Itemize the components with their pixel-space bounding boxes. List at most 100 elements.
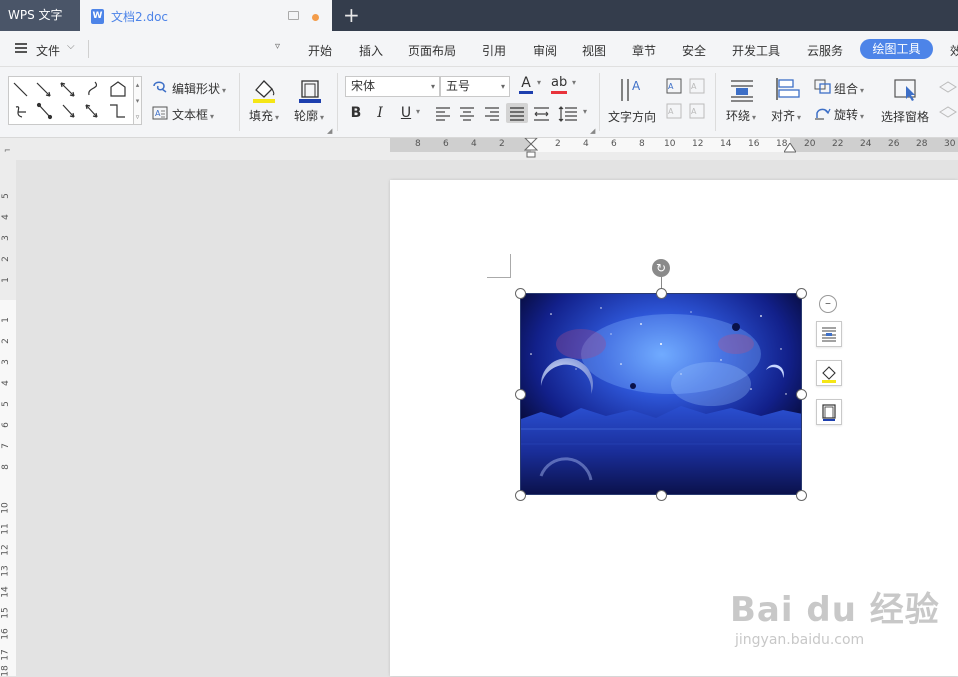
font-name-select[interactable]: 宋体 ▾ — [345, 76, 440, 97]
align-left-icon — [436, 107, 450, 121]
menu-item-developer-tools[interactable]: 开发工具 — [732, 42, 780, 59]
ruler-number: 6 — [0, 422, 11, 428]
text-box-icon: A — [152, 106, 168, 120]
ruler-number: 2 — [555, 139, 561, 149]
align-button[interactable]: 对齐 ▾ — [771, 107, 801, 124]
resize-handle-bottom[interactable] — [656, 490, 667, 501]
menu-item-section[interactable]: 章节 — [632, 42, 656, 59]
ruler-number: 12 — [0, 544, 11, 556]
file-menu[interactable]: 文件 — [36, 42, 60, 59]
create-link-icon: A — [666, 78, 682, 94]
text-direction-button[interactable]: 文字方向 — [608, 108, 656, 125]
fill-button[interactable]: 填充 ▾ — [249, 107, 279, 124]
ruler-number: 4 — [0, 380, 11, 386]
dialog-launcher-icon[interactable]: ◢ — [327, 127, 332, 135]
customize-toolbar-icon[interactable]: ▿ — [275, 41, 280, 52]
italic-button[interactable]: I — [370, 103, 390, 123]
unsaved-dot-icon — [312, 14, 319, 21]
resize-handle-right[interactable] — [796, 389, 807, 400]
menu-item-insert[interactable]: 插入 — [359, 42, 383, 59]
group-button[interactable]: 组合 ▾ — [834, 80, 864, 97]
document-tab[interactable]: W 文档2.doc — [80, 0, 332, 31]
ruler-number: 30 — [944, 139, 956, 149]
resize-handle-top-right[interactable] — [796, 288, 807, 299]
ruler-number: 13 — [0, 565, 11, 577]
resize-handle-left[interactable] — [515, 389, 526, 400]
edit-shape-button[interactable]: 编辑形状 ▾ — [172, 80, 226, 97]
edit-shape-icon — [153, 81, 167, 93]
app-tab-wps[interactable]: WPS 文字 — [0, 0, 80, 31]
outline-button[interactable]: 轮廓 ▾ — [294, 107, 324, 124]
menu-item-page-layout[interactable]: 页面布局 — [408, 42, 456, 59]
hamburger-menu-icon[interactable] — [15, 43, 27, 53]
text-box-link-group: A A A A — [666, 78, 705, 119]
ruler-number: 2 — [499, 139, 505, 149]
right-indent-marker-icon[interactable] — [784, 143, 796, 153]
wrap-text-icon — [822, 327, 836, 342]
menu-item-overflow[interactable]: 效 — [950, 42, 958, 59]
chevron-down-icon[interactable]: ▾ — [572, 78, 576, 87]
ruler-number: 22 — [832, 139, 844, 149]
quick-fill-button[interactable] — [816, 360, 842, 386]
text-direction-icon: A — [621, 79, 641, 101]
wrap-button[interactable]: 环绕 ▾ — [726, 107, 756, 124]
menu-item-references[interactable]: 引用 — [482, 42, 506, 59]
quick-outline-button[interactable] — [816, 399, 842, 425]
ribbon-toolbar: ▴ ▾ ▿ 编辑形状 ▾ A 文本框 ▾ 填充 ▾ 轮廓 ▾ ◢ 宋体 ▾ 五号 ▾ A ▾ a… — [0, 67, 958, 138]
bold-button[interactable]: B — [346, 103, 366, 123]
resize-handle-bottom-right[interactable] — [796, 490, 807, 501]
chevron-down-icon[interactable]: ▾ — [416, 107, 420, 116]
ribbon-divider — [337, 73, 338, 131]
menu-item-start[interactable]: 开始 — [308, 42, 332, 59]
ribbon-divider — [239, 73, 240, 131]
menu-item-view[interactable]: 视图 — [582, 42, 606, 59]
wrap-label: 环绕 — [726, 109, 751, 123]
window-mode-icon[interactable] — [288, 11, 299, 20]
resize-handle-bottom-left[interactable] — [515, 490, 526, 501]
rotate-handle-icon[interactable]: ↻ — [652, 259, 670, 277]
highlight-button[interactable]: ab — [551, 75, 568, 94]
ruler-number: 3 — [0, 359, 11, 365]
font-size-value: 五号 — [446, 79, 471, 93]
horizontal-ruler[interactable]: ⌐ 8 6 4 2 2 4 6 8 10 12 14 16 18 20 22 2… — [0, 138, 958, 160]
dialog-launcher-icon[interactable]: ◢ — [590, 127, 595, 135]
ruler-number: 26 — [888, 139, 900, 149]
menu-item-drawing-tools[interactable]: 绘图工具 — [860, 39, 933, 59]
vertical-ruler[interactable]: 5 4 3 2 1 1 2 3 4 5 6 7 8 10 11 12 13 14… — [0, 160, 16, 677]
next-text-box-icon: A — [689, 103, 705, 119]
new-tab-button[interactable]: + — [343, 3, 360, 27]
text-box-label: 文本框 — [172, 108, 209, 122]
svg-text:A: A — [668, 107, 674, 116]
shape-gallery[interactable] — [8, 76, 135, 125]
resize-handle-top-left[interactable] — [515, 288, 526, 299]
menu-item-security[interactable]: 安全 — [682, 42, 706, 59]
chevron-down-icon[interactable]: ▾ — [583, 107, 587, 116]
font-size-select[interactable]: 五号 ▾ — [440, 76, 510, 97]
rotate-button[interactable]: 旋转 ▾ — [834, 106, 864, 123]
ruler-number: 17 — [0, 649, 11, 661]
text-box-button[interactable]: 文本框 ▾ — [172, 106, 214, 123]
ruler-number: 14 — [0, 586, 11, 598]
align-right-icon — [485, 107, 499, 121]
ruler-number: 10 — [0, 502, 11, 514]
tab-stop-icon[interactable]: ⌐ — [4, 146, 11, 155]
word-doc-icon: W — [91, 9, 104, 24]
shape-gallery-scroll[interactable]: ▴ ▾ ▿ — [133, 76, 142, 125]
chevron-down-icon[interactable]: ▾ — [537, 78, 541, 87]
ruler-number: 7 — [0, 443, 11, 449]
ruler-number: 12 — [692, 139, 704, 149]
indent-marker-icon[interactable] — [524, 138, 538, 160]
font-color-button[interactable]: A — [519, 75, 533, 94]
line-spacing-icon — [558, 106, 577, 122]
underline-button[interactable]: U — [396, 103, 416, 123]
file-menu-chevron-icon[interactable]: ⌵ — [67, 41, 75, 52]
resize-handle-top[interactable] — [656, 288, 667, 299]
menu-item-cloud-service[interactable]: 云服务 — [807, 42, 843, 59]
ruler-number: 8 — [639, 139, 645, 149]
menu-item-review[interactable]: 审阅 — [533, 42, 557, 59]
selection-pane-button[interactable]: 选择窗格 — [881, 108, 929, 125]
inserted-image-night-sky[interactable] — [520, 293, 802, 495]
quick-wrap-button[interactable] — [816, 321, 842, 347]
ruler-number: 20 — [804, 139, 816, 149]
collapse-quick-tools-icon[interactable]: – — [819, 295, 837, 313]
